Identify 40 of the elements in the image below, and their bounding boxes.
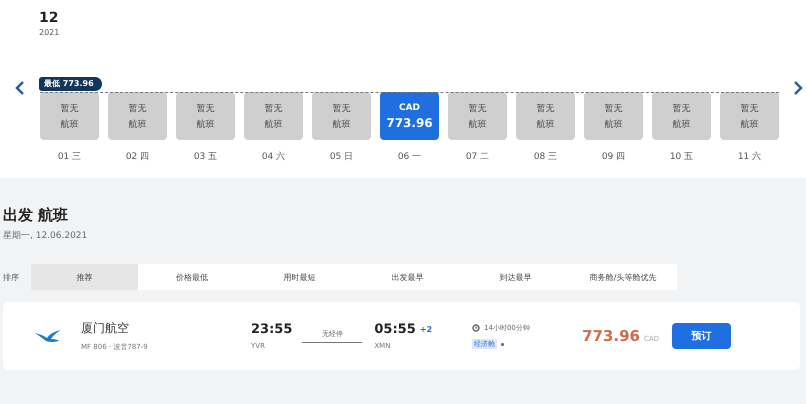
date-price-cell[interactable]: 暂无 航班	[720, 92, 779, 140]
bird-icon	[35, 329, 61, 343]
date-label: 07 二	[466, 151, 490, 163]
date-price-cell[interactable]: 暂无 航班	[176, 92, 235, 140]
date-label: 11 六	[738, 150, 762, 163]
date-label: 04 六	[262, 150, 286, 163]
date-label: 10 五	[670, 151, 694, 163]
lowest-price-badge: 最低 773.96	[39, 77, 102, 91]
date-label: 05 日	[330, 151, 354, 163]
dot-icon	[501, 342, 504, 346]
clock-icon	[472, 324, 480, 332]
date-subtitle: 星期一, 12.06.2021	[3, 230, 88, 242]
section-title: 出发 航班	[3, 206, 70, 225]
date-price-cell[interactable]: 暂无 航班	[448, 92, 507, 140]
date-price-cell[interactable]: 暂无 航班	[516, 92, 575, 140]
date-price-cell[interactable]: 暂无 航班	[584, 92, 643, 140]
date-price-cell[interactable]: 暂无 航班	[244, 92, 303, 140]
year-label: 2021	[39, 28, 60, 37]
date-label: 03 五	[194, 151, 218, 163]
date-price-cell[interactable]: 暂无 航班	[40, 92, 99, 140]
date-label: 09 四	[602, 151, 626, 163]
price: 773.96	[582, 327, 640, 345]
date-price-cell[interactable]: 暂无 航班	[652, 92, 711, 140]
next-icon[interactable]	[792, 80, 804, 96]
departure-time: 23:55	[251, 322, 292, 337]
date-label: 01 三	[58, 151, 82, 163]
airline-name: 厦门航空	[81, 320, 130, 337]
sort-tab[interactable]: 推荐	[31, 264, 138, 290]
previous-icon[interactable]	[14, 80, 26, 96]
date-label: 08 三	[534, 151, 558, 163]
sort-label: 排序	[3, 272, 20, 282]
date-price-cell[interactable]: CAD 773.96	[380, 92, 439, 140]
date-price-cell[interactable]: 暂无 航班	[108, 92, 167, 140]
book-button[interactable]: 预订	[672, 323, 732, 349]
arrival-time: 05:55	[374, 322, 416, 337]
date-price-cell[interactable]: 暂无 航班	[312, 92, 371, 140]
date-label: 06 一	[398, 151, 422, 163]
day-offset: +2	[420, 325, 432, 334]
month-label: 12	[39, 10, 60, 26]
date-label: 02 四	[126, 151, 150, 163]
